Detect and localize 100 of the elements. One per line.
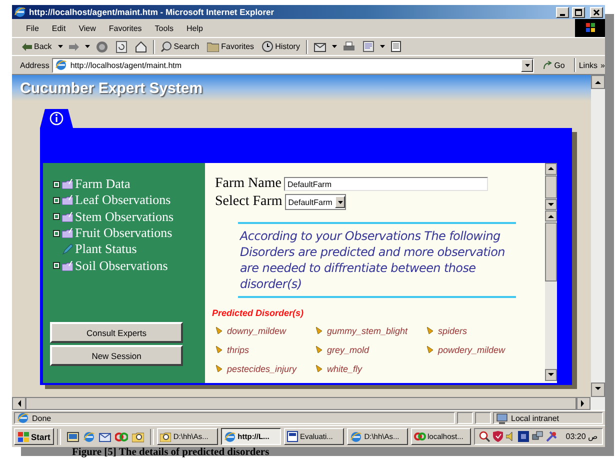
folder-icon — [207, 42, 220, 52]
mail-button[interactable] — [312, 41, 328, 52]
menu-item[interactable]: View — [72, 24, 102, 32]
bullet-arrow-icon — [216, 327, 222, 334]
links-button[interactable]: Links — [578, 60, 598, 70]
disorder-link[interactable]: powdery_mildew — [438, 344, 506, 354]
disorder-link[interactable]: pestecides_injury — [227, 364, 297, 374]
caret-icon — [380, 45, 385, 48]
mail-icon — [314, 41, 326, 52]
intranet-icon — [496, 412, 508, 424]
info-tab[interactable] — [40, 109, 73, 128]
browser-icon[interactable] — [83, 430, 96, 442]
caret-icon — [332, 45, 337, 48]
windows-logo — [575, 19, 605, 37]
network-icon[interactable] — [532, 431, 543, 442]
language-icon[interactable] — [518, 431, 529, 442]
windows-flag-icon — [18, 432, 29, 442]
disorder-link[interactable]: grey_mold — [327, 344, 370, 354]
vertical-scrollbar[interactable] — [591, 75, 605, 397]
folder-icon — [62, 212, 73, 222]
mail-icon[interactable] — [99, 430, 112, 442]
tree-item[interactable]: Farm Data — [53, 176, 205, 192]
disorder-link[interactable]: spiders — [438, 326, 468, 336]
field-label: Select Farm — [215, 194, 282, 210]
inner-scrollbar[interactable] — [545, 163, 557, 381]
chevron-button[interactable]: » — [600, 60, 605, 70]
minimize-button[interactable] — [556, 6, 569, 18]
magnifier-icon[interactable] — [478, 431, 490, 442]
bullet-arrow-icon — [216, 346, 222, 353]
menu-item[interactable]: Favorites — [102, 24, 148, 32]
bullet-arrow-icon — [316, 346, 322, 353]
document-icon — [362, 41, 374, 52]
folder-icon — [62, 179, 73, 190]
rings-icon[interactable] — [115, 430, 128, 442]
home-icon — [134, 40, 147, 52]
maximize-icon — [575, 8, 582, 16]
folder-icon — [62, 260, 73, 271]
desktop-icon[interactable] — [67, 430, 80, 442]
history-button[interactable]: History — [260, 41, 302, 52]
caret-icon — [524, 64, 530, 66]
arrow-right-icon — [68, 42, 79, 50]
address-label: Address — [20, 60, 50, 70]
address-field[interactable]: http://localhost/agent/maint.htm — [52, 58, 534, 72]
go-button[interactable]: Go — [537, 60, 571, 70]
caret-icon — [338, 200, 343, 204]
page-icon — [17, 412, 29, 424]
maximize-button[interactable] — [572, 6, 585, 18]
tree-item[interactable]: Fruit Observations — [53, 224, 205, 242]
expander-icon[interactable] — [53, 180, 60, 188]
menu-item[interactable]: Tools — [148, 24, 180, 32]
caret-icon — [58, 45, 63, 48]
status-text: Done — [32, 414, 52, 422]
speaker-icon[interactable] — [506, 431, 515, 442]
disorder-link[interactable]: thrips — [227, 344, 250, 354]
page-title: Cucumber Expert System — [20, 80, 203, 96]
disorder-link[interactable]: gummy_stem_blight — [327, 326, 408, 336]
tree-item[interactable]: Soil Observations — [53, 257, 205, 274]
tools-icon[interactable] — [546, 431, 557, 442]
shield-icon[interactable] — [492, 431, 503, 442]
consult-experts-button[interactable]: Consult Experts — [50, 322, 183, 343]
browser-icon — [14, 6, 26, 18]
edit-button[interactable] — [360, 41, 376, 52]
home-button[interactable] — [132, 40, 149, 52]
disorder-link[interactable]: downy_mildew — [227, 326, 286, 336]
stop-icon — [96, 40, 108, 52]
go-arrow-icon — [543, 60, 552, 70]
bullet-arrow-icon — [316, 365, 322, 372]
dropdown-button[interactable] — [521, 58, 534, 72]
pencil-icon — [62, 244, 73, 255]
refresh-button[interactable] — [114, 40, 129, 52]
horizontal-scrollbar[interactable] — [12, 397, 605, 410]
note-icon — [390, 41, 401, 52]
folder-icon — [62, 195, 73, 206]
farm-name-field[interactable]: DefaultFarm — [284, 177, 488, 191]
search-icon — [160, 41, 172, 52]
menu-item[interactable]: File — [20, 24, 45, 32]
print-button[interactable] — [340, 41, 357, 52]
farm-select[interactable]: DefaultFarm — [285, 194, 346, 210]
close-button[interactable] — [590, 6, 603, 18]
search-folder-icon[interactable] — [132, 430, 144, 442]
tree-item[interactable]: Stem Observations — [53, 208, 205, 225]
expander-icon[interactable] — [53, 213, 60, 220]
close-icon — [593, 8, 600, 16]
search-button[interactable]: Search — [158, 41, 202, 52]
discuss-button[interactable] — [388, 41, 403, 52]
expander-icon[interactable] — [53, 230, 60, 237]
tree-item[interactable]: Leaf Observations — [53, 192, 205, 209]
start-button[interactable]: Start — [14, 428, 54, 445]
printer-icon — [342, 41, 355, 52]
expander-icon[interactable] — [53, 262, 60, 270]
menu-item[interactable]: Help — [180, 24, 209, 32]
tree-item[interactable]: Plant Status — [53, 241, 205, 258]
menu-item[interactable]: Edit — [46, 24, 72, 32]
clock-text: 03:20 ص — [566, 432, 598, 441]
forward-button[interactable] — [66, 42, 81, 50]
new-session-button[interactable]: New Session — [50, 345, 183, 366]
expander-icon[interactable] — [53, 196, 60, 204]
back-button[interactable]: Back — [20, 42, 54, 51]
favorites-button[interactable]: Favorites — [205, 42, 256, 52]
disorder-link[interactable]: white_fly — [327, 364, 362, 374]
